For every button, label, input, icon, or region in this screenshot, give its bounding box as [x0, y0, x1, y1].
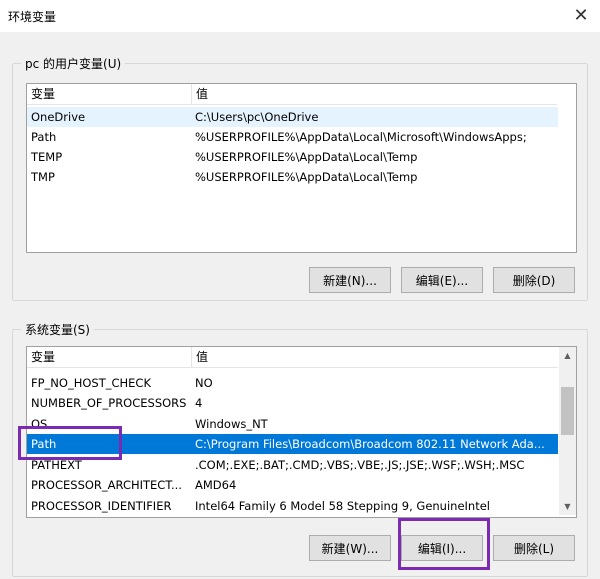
system-variables-list[interactable]: 变量 值 FP_NO_HOST_CHECK NO NUMBER_OF_PROCE…	[26, 346, 577, 518]
list-item[interactable]: TMP %USERPROFILE%\AppData\Local\Temp	[27, 167, 558, 187]
list-item[interactable]: NUMBER_OF_PROCESSORS 4	[27, 393, 558, 413]
list-item[interactable]: PROCESSOR_IDENTIFIER Intel64 Family 6 Mo…	[27, 496, 558, 516]
user-variables-list[interactable]: 变量 值 OneDrive C:\Users\pc\OneDrive Path …	[26, 83, 577, 253]
title-bar: 环境变量 ✕	[0, 0, 600, 32]
list-item-selected-path[interactable]: Path C:\Program Files\Broadcom\Broadcom …	[27, 434, 558, 454]
column-header-value[interactable]: 值	[191, 347, 556, 367]
system-list-header: 变量 值	[27, 347, 558, 368]
list-item[interactable]: Path %USERPROFILE%\AppData\Local\Microso…	[27, 127, 558, 147]
list-item[interactable]: PROCESSOR_ARCHITECT... AMD64	[27, 475, 558, 495]
column-header-value[interactable]: 值	[191, 84, 556, 104]
system-edit-button[interactable]: 编辑(I)...	[401, 535, 483, 561]
list-item[interactable]: OneDrive C:\Users\pc\OneDrive	[27, 107, 558, 127]
list-item[interactable]: PATHEXT .COM;.EXE;.BAT;.CMD;.VBS;.VBE;.J…	[27, 455, 558, 475]
system-new-button[interactable]: 新建(W)...	[309, 535, 391, 561]
scroll-down-arrow-icon[interactable]: ▼	[559, 498, 576, 515]
user-new-button[interactable]: 新建(N)...	[309, 267, 391, 293]
scrollbar-thumb[interactable]	[561, 387, 574, 435]
close-icon[interactable]: ✕	[568, 2, 594, 28]
list-item[interactable]: FP_NO_HOST_CHECK NO	[27, 373, 558, 393]
user-delete-button[interactable]: 删除(D)	[493, 267, 575, 293]
user-list-header: 变量 值	[27, 84, 557, 105]
window-title: 环境变量	[8, 10, 57, 24]
column-header-variable[interactable]: 变量	[27, 347, 191, 367]
user-edit-button[interactable]: 编辑(E)...	[401, 267, 483, 293]
list-item[interactable]: TEMP %USERPROFILE%\AppData\Local\Temp	[27, 147, 558, 167]
list-item[interactable]: OS Windows_NT	[27, 414, 558, 434]
system-list-scrollbar[interactable]: ▲ ▼	[559, 347, 576, 515]
system-delete-button[interactable]: 删除(L)	[493, 535, 575, 561]
column-header-variable[interactable]: 变量	[27, 84, 191, 104]
scroll-up-arrow-icon[interactable]: ▲	[559, 347, 576, 364]
user-variables-label: pc 的用户变量(U)	[21, 55, 126, 72]
system-variables-label: 系统变量(S)	[21, 321, 94, 338]
